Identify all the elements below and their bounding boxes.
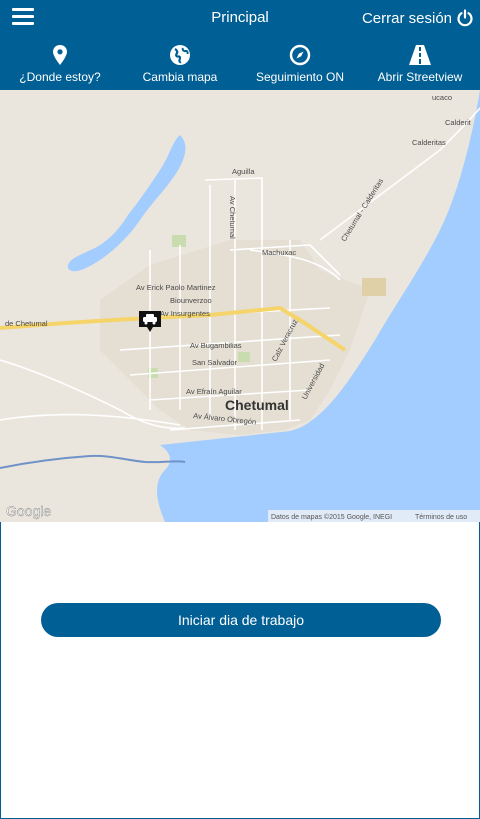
road-icon bbox=[409, 45, 431, 65]
park bbox=[172, 235, 186, 247]
map-attribution: Datos de mapas ©2015 Google, INEGI bbox=[271, 513, 392, 521]
map-label: Av Bugambilias bbox=[190, 341, 242, 350]
logout-label: Cerrar sesión bbox=[361, 9, 452, 27]
map-label: de Chetumal bbox=[5, 319, 48, 328]
start-workday-button[interactable]: Iniciar dia de trabajo bbox=[41, 603, 441, 637]
nav-streetview[interactable]: Abrir Streetview bbox=[360, 44, 480, 88]
map-label: Biounverzoo bbox=[170, 296, 212, 305]
nav-label: Cambia mapa bbox=[142, 70, 218, 84]
nav-change-map[interactable]: Cambia mapa bbox=[120, 44, 240, 88]
map-label: Calderitas bbox=[412, 138, 446, 147]
map-label: Av Chetumal bbox=[228, 196, 237, 239]
map-label: San Salvador bbox=[192, 358, 238, 367]
globe-icon bbox=[170, 45, 190, 65]
nav-label: Seguimiento ON bbox=[255, 70, 345, 84]
header-row: Principal Cerrar sesión bbox=[0, 0, 480, 36]
compass-icon bbox=[289, 44, 311, 66]
map-label: Av Erick Paolo Martinez bbox=[136, 283, 216, 292]
nav-tracking[interactable]: Seguimiento ON bbox=[240, 44, 360, 88]
location-pin-icon bbox=[53, 45, 67, 65]
lower-bay-water bbox=[157, 430, 300, 522]
map-label: Aguilla bbox=[232, 167, 255, 176]
lagoon-water bbox=[67, 135, 186, 272]
google-logo: Google bbox=[6, 503, 51, 519]
river bbox=[0, 454, 186, 469]
logout-button[interactable]: Cerrar sesión bbox=[362, 8, 474, 28]
nav-where-am-i[interactable]: ¿Donde estoy? bbox=[0, 44, 120, 88]
action-nav: ¿Donde estoy? Cambia mapa Seguimiento ON bbox=[0, 44, 480, 88]
map-canvas: Calderit Calderitas ucaco Aguilla Av Che… bbox=[0, 90, 480, 522]
park bbox=[362, 278, 386, 296]
map-label: Machuxac bbox=[262, 248, 296, 257]
park bbox=[238, 352, 250, 362]
map-label: Av Efraín Aguilar bbox=[186, 387, 242, 396]
map-label: Chetumal - Calderitas bbox=[339, 177, 385, 243]
map-terms-link[interactable]: Términos de uso bbox=[415, 514, 467, 521]
map-view[interactable]: Calderit Calderitas ucaco Aguilla Av Che… bbox=[0, 90, 480, 522]
nav-label: ¿Donde estoy? bbox=[19, 70, 101, 84]
nav-label: Abrir Streetview bbox=[377, 70, 463, 84]
app-header: Principal Cerrar sesión ¿Donde estoy? Ca… bbox=[0, 0, 480, 90]
city-label: Chetumal bbox=[225, 397, 289, 413]
map-label: Calderit bbox=[445, 118, 472, 127]
action-panel: Iniciar dia de trabajo bbox=[0, 522, 480, 819]
map-label: ucaco bbox=[432, 93, 452, 102]
map-label: Av Insurgentes bbox=[160, 309, 210, 318]
power-icon bbox=[457, 9, 473, 27]
